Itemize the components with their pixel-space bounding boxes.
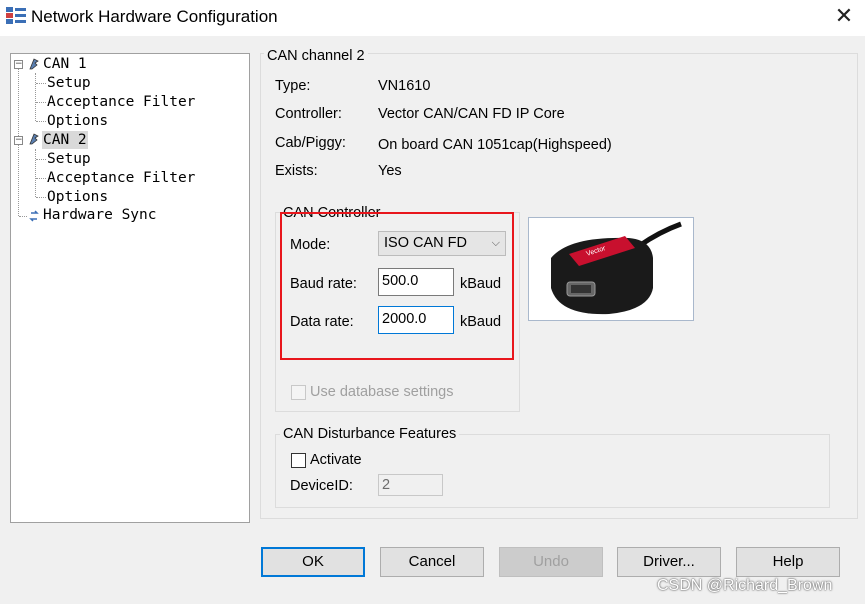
- tree-item-can2-acceptance-filter[interactable]: Acceptance Filter: [47, 169, 195, 187]
- collapse-can2-icon[interactable]: −: [14, 136, 23, 145]
- type-value: VN1610: [378, 78, 431, 94]
- can-channel-icon: [29, 58, 39, 70]
- undo-button[interactable]: Undo: [499, 547, 603, 577]
- highlight-annotation: [280, 212, 514, 360]
- activate-label: Activate: [310, 452, 362, 468]
- disturbance-group: [275, 434, 830, 508]
- sync-icon: [29, 210, 39, 222]
- type-label: Type:: [275, 78, 311, 94]
- exists-label: Exists:: [275, 163, 318, 179]
- cab-label: Cab/Piggy:: [275, 135, 346, 151]
- can-channel-icon: [29, 133, 39, 145]
- controller-value: Vector CAN/CAN FD IP Core: [378, 106, 565, 122]
- exists-value: Yes: [378, 163, 402, 179]
- tree-item-can1-acceptance-filter[interactable]: Acceptance Filter: [47, 93, 195, 111]
- device-id-label: DeviceID:: [290, 478, 353, 494]
- channel-heading: CAN channel 2: [264, 48, 368, 64]
- collapse-can1-icon[interactable]: −: [14, 60, 23, 69]
- tree-item-hardware-sync[interactable]: Hardware Sync: [43, 206, 157, 224]
- close-icon[interactable]: ✕: [834, 5, 854, 27]
- network-config-icon: [6, 7, 26, 24]
- tree-item-can2[interactable]: CAN 2: [42, 131, 88, 149]
- controller-label: Controller:: [275, 106, 342, 122]
- window-title: Network Hardware Configuration: [31, 7, 278, 26]
- watermark: CSDN @Richard_Brown: [657, 577, 833, 594]
- channel-tree[interactable]: − CAN 1 Setup Acceptance Filter Options …: [10, 53, 250, 523]
- title-bar: Network Hardware Configuration ✕: [0, 0, 865, 36]
- use-database-label: Use database settings: [310, 384, 454, 400]
- tree-item-can2-options[interactable]: Options: [47, 188, 108, 206]
- tree-item-can1-options[interactable]: Options: [47, 112, 108, 130]
- activate-checkbox[interactable]: [291, 453, 306, 468]
- vn1610-device-icon: Vector: [551, 221, 682, 315]
- use-database-checkbox[interactable]: [291, 385, 306, 400]
- driver-button[interactable]: Driver...: [617, 547, 721, 577]
- cancel-button[interactable]: Cancel: [380, 547, 484, 577]
- device-image: Vector: [528, 217, 694, 321]
- ok-button[interactable]: OK: [261, 547, 365, 577]
- tree-item-can1[interactable]: CAN 1: [43, 55, 87, 73]
- help-button[interactable]: Help: [736, 547, 840, 577]
- tree-item-can2-setup[interactable]: Setup: [47, 150, 91, 168]
- cab-value: On board CAN 1051cap(Highspeed): [378, 137, 612, 153]
- device-id-input[interactable]: 2: [378, 474, 443, 496]
- tree-item-can1-setup[interactable]: Setup: [47, 74, 91, 92]
- disturbance-title: CAN Disturbance Features: [280, 426, 460, 442]
